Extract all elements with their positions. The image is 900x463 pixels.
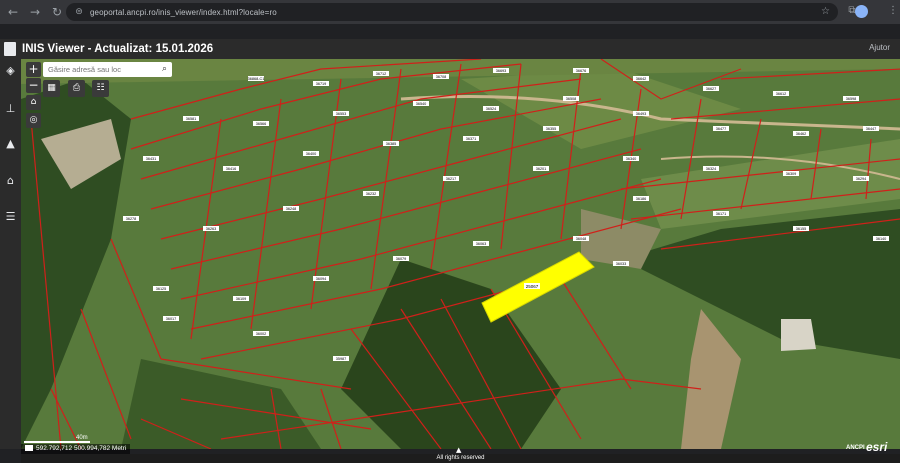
parcel-label: 36201 (536, 167, 547, 171)
browser-menu-icon[interactable]: ⋮ (886, 4, 900, 18)
back-icon[interactable]: ← (4, 3, 22, 21)
parcel-label: 36566 (256, 122, 267, 126)
parcel-label: 36094 (316, 277, 327, 281)
parcel-label: 36524 (486, 107, 497, 111)
browser-toolbar: ← → ↻ ⊜ geoportal.ancpi.ro/inis_viewer/i… (0, 0, 900, 24)
coordinate-icon (25, 445, 33, 452)
parcel-label: 36385 (386, 142, 397, 146)
parcel-label: 36598 (846, 97, 857, 101)
parcel-label: 36340 (626, 157, 637, 161)
parcel-label: 36868-C1 (248, 77, 265, 81)
parcel-label: 35987 (336, 357, 347, 361)
attribution-text: All rights reserved (436, 455, 485, 461)
parcel-label: 36627 (706, 87, 717, 91)
parcel-label: 36002 (256, 332, 267, 336)
layers-icon[interactable]: ◈ (3, 63, 18, 78)
parcel-label: 36324 (706, 167, 717, 171)
parcel-label: 36371 (466, 137, 477, 141)
parcel-label: 36712 (376, 72, 387, 76)
parcel-label: 36508 (566, 97, 577, 101)
zoom-out-button[interactable]: − (26, 78, 41, 93)
parcel-label: 36125 (156, 287, 167, 291)
parcel-label: 36431 (146, 157, 157, 161)
parcel-label: 36294 (856, 177, 867, 181)
parcel-label: 36017 (166, 317, 177, 321)
site-info-icon[interactable]: ⊜ (72, 5, 86, 19)
parcel-label: 36400 (306, 152, 317, 156)
parcel-label: 36693 (496, 69, 507, 73)
identify-icon[interactable]: ⌂ (3, 173, 18, 188)
bookmark-star-icon[interactable]: ☆ (821, 3, 830, 21)
parcel-label: 36278 (126, 217, 137, 221)
map-view[interactable]: 25067 36868-C1 36719 36712 36708 36693 36676 3… (21, 59, 900, 449)
parcel-label: 36416 (226, 167, 237, 171)
parcel-label: 36708 (436, 75, 447, 79)
map-canvas[interactable]: 25067 36868-C1 36719 36712 36708 36693 36676 3… (21, 59, 900, 449)
parcel-label: 36462 (796, 132, 807, 136)
scale-bar (24, 441, 90, 443)
parcel-label: 36447 (866, 127, 877, 131)
reload-icon[interactable]: ↻ (48, 3, 66, 21)
parcel-label: 36140 (876, 237, 887, 241)
search-box[interactable]: ⌕ (43, 62, 172, 77)
parcel-label: 36079 (396, 257, 407, 261)
search-input[interactable] (43, 62, 157, 77)
parcel-label: 36676 (576, 69, 587, 73)
ancpi-brand: ANCPI (846, 445, 865, 451)
url-text: geoportal.ancpi.ro/inis_viewer/index.htm… (90, 7, 277, 17)
profile-avatar[interactable] (855, 5, 868, 18)
parcel-label: 36581 (186, 117, 197, 121)
basemap-button[interactable]: ▦ (43, 80, 60, 97)
parcel-label: 36642 (636, 77, 647, 81)
parcel-label: 36540 (416, 102, 427, 106)
page-title: INIS Viewer - Actualizat: 15.01.2026 (22, 43, 214, 55)
parcel-label: 36553 (336, 112, 347, 116)
parcel-label: 36033 (616, 262, 627, 266)
parcel-label: 36719 (316, 82, 327, 86)
parcel-label: 36612 (776, 92, 787, 96)
parcel-label: 36048 (576, 237, 587, 241)
ancpi-logo (4, 42, 16, 56)
highlighted-parcel-label: 25067 (526, 284, 539, 289)
help-link[interactable]: Ajutor (869, 43, 890, 52)
legend-button[interactable]: ☷ (92, 80, 109, 97)
measure-icon[interactable]: ⊥ (3, 101, 18, 116)
parcel-label: 36355 (546, 127, 557, 131)
parcel-label: 36248 (286, 207, 297, 211)
coordinate-text: 592.792,712 500.994,782 Metri (36, 445, 127, 452)
scale-label: 40m (76, 435, 88, 441)
parcel-label: 36109 (236, 297, 247, 301)
esri-logo: esri (866, 440, 888, 454)
sidebar: ◈ ⊥ ▲ ⌂ ☰ (0, 59, 21, 449)
parcel-label: 36493 (636, 112, 647, 116)
coordinate-readout: 592.792,712 500.994,782 Metri (21, 444, 131, 454)
parcel-label: 36063 (476, 242, 487, 246)
app-header: INIS Viewer - Actualizat: 15.01.2026 Aju… (0, 39, 900, 59)
search-icon[interactable]: ⌕ (157, 62, 172, 77)
parcel-label: 36477 (716, 127, 727, 131)
draw-icon[interactable]: ▲ (3, 136, 18, 151)
parcel-label: 36232 (366, 192, 377, 196)
attribution-bar: All rights reserved (21, 454, 900, 463)
parcel-label: 36155 (796, 227, 807, 231)
parcel-label: 36263 (206, 227, 217, 231)
parcel-label: 36186 (636, 197, 647, 201)
menu-icon[interactable]: ☰ (3, 209, 18, 224)
parcel-label: 36309 (786, 172, 797, 176)
parcel-label: 36171 (716, 212, 727, 216)
chevron-up-icon[interactable]: ▲ (456, 446, 461, 454)
home-button[interactable]: ⌂ (26, 95, 41, 110)
address-bar[interactable]: ⊜ geoportal.ancpi.ro/inis_viewer/index.h… (66, 3, 838, 21)
print-button[interactable]: ⎙ (68, 80, 85, 97)
forward-icon[interactable]: → (26, 3, 44, 21)
zoom-in-button[interactable]: + (26, 62, 41, 77)
locate-button[interactable]: ◎ (26, 113, 41, 128)
parcel-label: 36217 (446, 177, 457, 181)
